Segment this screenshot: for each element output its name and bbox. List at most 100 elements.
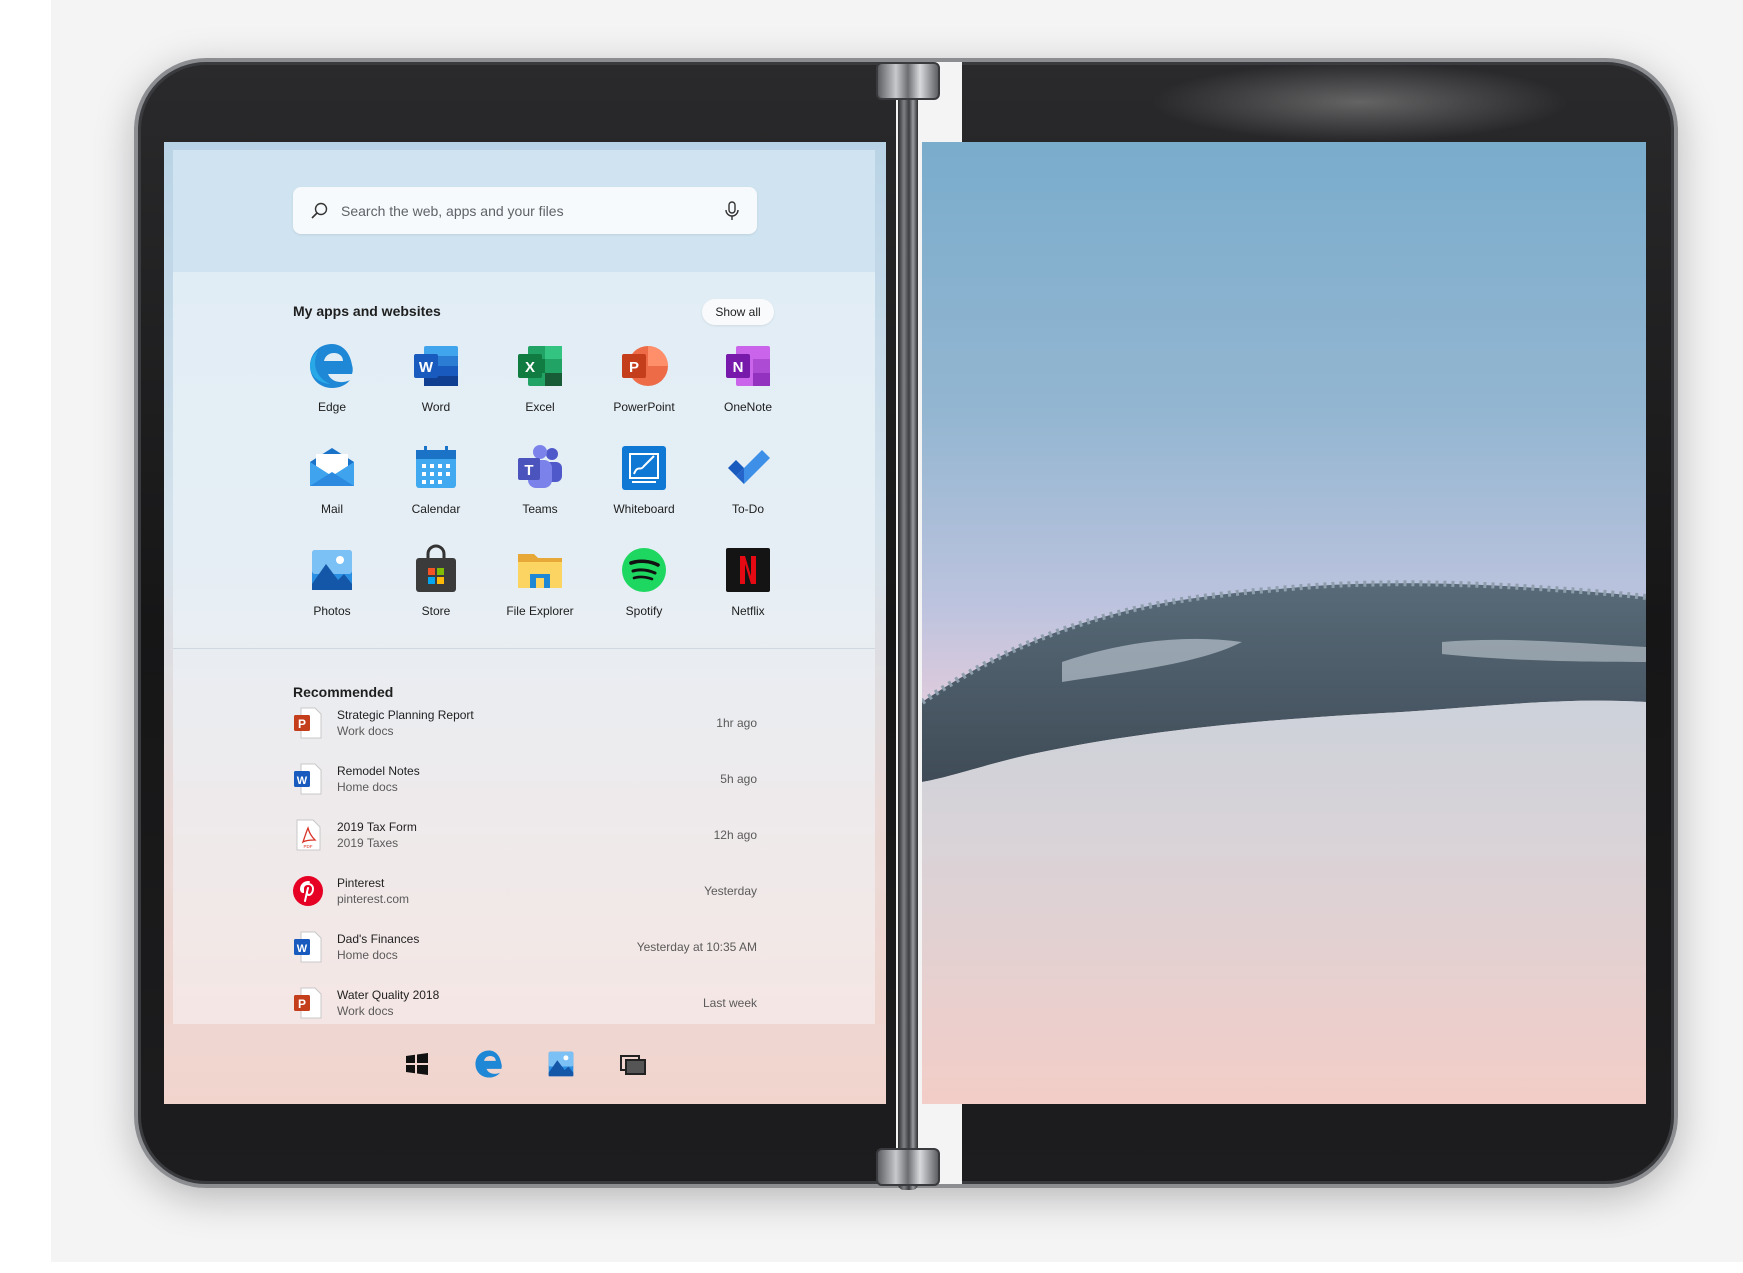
search-icon: [311, 202, 328, 219]
recommended-location: Work docs: [337, 1004, 394, 1018]
app-label: To-Do: [731, 502, 764, 516]
section-divider: [173, 648, 875, 649]
app-calendar[interactable]: Calendar: [384, 442, 488, 544]
search-box[interactable]: Search the web, apps and your files: [293, 187, 757, 234]
microphone-icon[interactable]: [723, 200, 741, 221]
svg-text:W: W: [297, 943, 308, 955]
svg-text:P: P: [629, 359, 639, 376]
svg-text:P: P: [298, 717, 306, 731]
app-word[interactable]: W Word: [384, 340, 488, 442]
app-edge[interactable]: Edge: [280, 340, 384, 442]
file-explorer-icon: [518, 554, 562, 588]
app-label: Calendar: [411, 502, 461, 516]
recommended-name: Water Quality 2018: [337, 988, 440, 1002]
recommended-time: Yesterday at 10:35 AM: [636, 940, 757, 954]
recommended-item[interactable]: PDF 2019 Tax Form 2019 Taxes 12h ago: [293, 818, 757, 874]
svg-text:T: T: [524, 462, 533, 479]
recommended-time: 12h ago: [713, 828, 757, 842]
recommended-item[interactable]: W Dad's Finances Home docs Yesterday at …: [293, 930, 757, 986]
app-spotify[interactable]: Spotify: [592, 544, 696, 646]
recommended-name: Strategic Planning Report: [337, 708, 474, 722]
app-label: Store: [421, 604, 451, 618]
recommended-location: pinterest.com: [337, 892, 410, 906]
recommended-item[interactable]: W Remodel Notes Home docs 5h ago: [293, 762, 757, 818]
calendar-icon: [416, 446, 456, 488]
hinge-bottom: [876, 1148, 940, 1186]
app-label: OneNote: [723, 400, 773, 414]
app-label: PowerPoint: [613, 400, 675, 414]
app-todo[interactable]: To-Do: [696, 442, 800, 544]
app-label: Whiteboard: [613, 502, 675, 516]
recommended-time: Yesterday: [704, 884, 757, 898]
bezel-glare: [1150, 62, 1570, 142]
onenote-icon: N: [726, 346, 770, 386]
show-all-button[interactable]: Show all: [702, 299, 774, 325]
svg-text:P: P: [298, 997, 306, 1011]
left-screen: Search the web, apps and your files My a…: [164, 142, 886, 1104]
svg-text:W: W: [419, 359, 434, 376]
word-icon: W: [414, 346, 458, 386]
netflix-icon: [726, 548, 770, 592]
app-label: Excel: [525, 400, 555, 414]
store-icon: [416, 544, 456, 592]
app-mail[interactable]: Mail: [280, 442, 384, 544]
app-teams[interactable]: T Teams: [488, 442, 592, 544]
recommended-time: Last week: [702, 996, 757, 1010]
recommended-item[interactable]: P Water Quality 2018 Work docs Last week: [293, 986, 757, 1024]
app-onenote[interactable]: N OneNote: [696, 340, 800, 442]
edge-icon: [310, 344, 353, 388]
excel-icon: X: [518, 346, 562, 386]
app-powerpoint[interactable]: P PowerPoint: [592, 340, 696, 442]
windows-start-icon[interactable]: [401, 1048, 433, 1080]
apps-grid: Edge W Word X Excel P PowerPoint N OneNo…: [280, 340, 800, 646]
mail-icon: [310, 448, 354, 486]
app-whiteboard[interactable]: Whiteboard: [592, 442, 696, 544]
recommended-list: P Strategic Planning Report Work docs 1h…: [293, 706, 757, 1024]
app-file-explorer[interactable]: File Explorer: [488, 544, 592, 646]
recommended-location: 2019 Taxes: [337, 836, 399, 850]
app-label: Netflix: [731, 604, 765, 618]
recommended-name: 2019 Tax Form: [337, 820, 417, 834]
whiteboard-icon: [622, 446, 666, 490]
app-label: File Explorer: [506, 604, 574, 618]
svg-text:PDF: PDF: [304, 844, 313, 849]
app-label: Photos: [313, 604, 351, 618]
photos-icon: [312, 550, 352, 590]
desert-landscape: [922, 580, 1646, 1104]
hinge-top: [876, 62, 940, 100]
edge-icon[interactable]: [473, 1048, 505, 1080]
taskbar: [164, 1024, 886, 1104]
recommended-item[interactable]: Pinterest pinterest.com Yesterday: [293, 874, 757, 930]
powerpoint-file-icon: P: [294, 707, 322, 739]
search-input[interactable]: Search the web, apps and your files: [341, 203, 723, 219]
todo-icon: [728, 450, 770, 484]
app-store[interactable]: Store: [384, 544, 488, 646]
teams-icon: T: [518, 445, 562, 488]
powerpoint-file-icon: P: [294, 987, 322, 1019]
app-excel[interactable]: X Excel: [488, 340, 592, 442]
pinterest-icon: [293, 876, 323, 906]
recommended-time: 1hr ago: [716, 716, 757, 730]
recommended-name: Remodel Notes: [337, 764, 420, 778]
right-screen-wallpaper: [922, 142, 1646, 1104]
app-label: Edge: [317, 400, 347, 414]
task-view-icon[interactable]: [617, 1048, 649, 1080]
recommended-item[interactable]: P Strategic Planning Report Work docs 1h…: [293, 706, 757, 762]
recommended-time: 5h ago: [720, 772, 757, 786]
app-netflix[interactable]: Netflix: [696, 544, 800, 646]
app-label: Word: [421, 400, 451, 414]
word-file-icon: W: [294, 931, 322, 963]
svg-text:N: N: [733, 359, 744, 376]
svg-text:X: X: [525, 359, 535, 376]
recommended-title: Recommended: [293, 684, 394, 700]
app-label: Teams: [522, 502, 558, 516]
recommended-location: Home docs: [337, 780, 398, 794]
svg-text:W: W: [297, 775, 308, 787]
word-file-icon: W: [294, 763, 322, 795]
app-label: Spotify: [625, 604, 663, 618]
recommended-location: Work docs: [337, 724, 394, 738]
photos-icon[interactable]: [545, 1048, 577, 1080]
app-photos[interactable]: Photos: [280, 544, 384, 646]
powerpoint-icon: P: [622, 346, 668, 386]
pdf-file-icon: PDF: [296, 819, 321, 851]
